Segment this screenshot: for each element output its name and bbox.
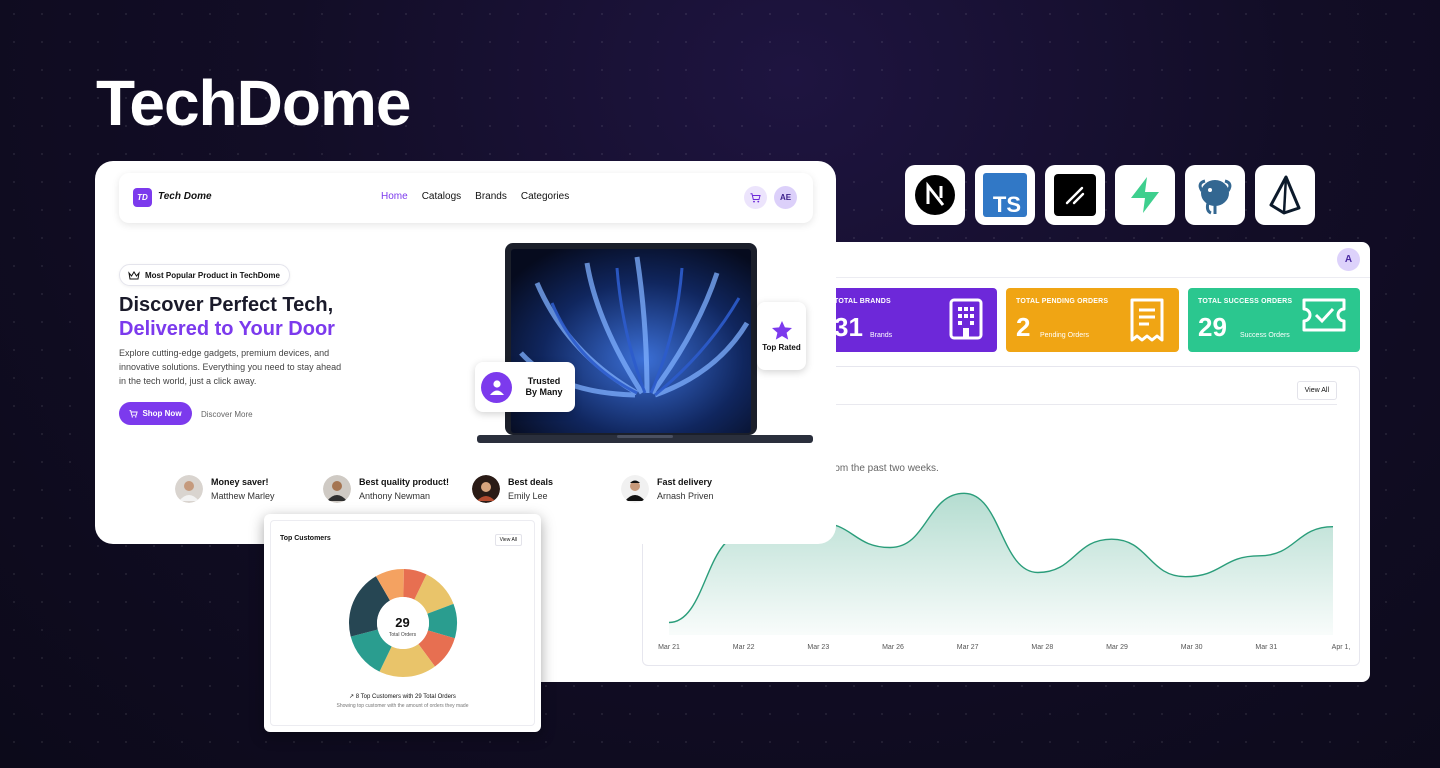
testimonial-title: Fast delivery <box>657 477 713 487</box>
cart-icon <box>129 409 139 418</box>
top-customers-inner: Top Customers View All 29 Total Orders ↗… <box>270 520 535 726</box>
avatar <box>621 475 649 503</box>
testimonial-name: Anthony Newman <box>359 491 431 501</box>
stat-card-brands[interactable]: TOTAL BRANDS 31 Brands <box>824 288 997 352</box>
user-circle-icon <box>481 371 512 403</box>
cart-button[interactable] <box>744 186 767 209</box>
hero-headline-accent: Delivered to Your Door <box>119 318 335 340</box>
cart-icon <box>750 192 761 202</box>
testimonial-name: Arnash Priven <box>657 491 714 501</box>
stat-card-success-orders[interactable]: TOTAL SUCCESS ORDERS 29 Success Orders <box>1188 288 1360 352</box>
x-tick-label: Mar 27 <box>957 644 979 651</box>
x-tick-label: Mar 23 <box>807 644 829 651</box>
building-icon <box>949 298 983 340</box>
donut-center-value: 29 <box>395 615 410 630</box>
stat-sub: Brands <box>870 332 893 339</box>
popular-product-pill: Most Popular Product in TechDome <box>119 264 290 286</box>
prisma-icon <box>1255 165 1315 225</box>
customers-summary-text: 8 Top Customers with 29 Total Orders <box>355 694 456 700</box>
shop-now-label: Shop Now <box>142 409 182 418</box>
nextjs-icon <box>905 165 965 225</box>
stat-value: 2 <box>1016 312 1031 342</box>
hero-paragraph: Explore cutting-edge gadgets, premium de… <box>119 348 342 386</box>
hero-headline: Discover Perfect Tech, <box>119 294 334 316</box>
testimonial-item: Best quality product! Anthony Newman <box>323 475 449 503</box>
shop-now-button[interactable]: Shop Now <box>119 402 192 425</box>
tech-stack-badges: TS <box>905 165 1315 225</box>
svg-text:TS: TS <box>993 192 1021 217</box>
top-customers-card: Top Customers View All 29 Total Orders ↗… <box>264 514 541 732</box>
testimonial-title: Money saver! <box>211 477 269 487</box>
avatar[interactable]: A <box>1337 248 1360 271</box>
testimonial-item: Best deals Emily Lee <box>472 475 553 503</box>
typescript-icon: TS <box>975 165 1035 225</box>
testimonial-title: Best deals <box>508 477 554 487</box>
trend-up-icon: ↗ <box>349 694 356 700</box>
page-title: TechDome <box>96 67 411 139</box>
stat-value: 29 <box>1198 312 1227 342</box>
nav-link-catalogs[interactable]: Catalogs <box>422 191 461 202</box>
logo-mark[interactable]: TD <box>133 188 152 207</box>
storefront-preview: TD Tech Dome Home Catalogs Brands Catego… <box>95 161 836 544</box>
nav-links: Home Catalogs Brands Categories <box>381 191 569 202</box>
top-rated-badge: Top Rated <box>757 302 806 370</box>
receipt-icon <box>1130 298 1164 342</box>
pill-text: Most Popular Product in TechDome <box>145 270 280 280</box>
x-tick-label: Mar 31 <box>1255 644 1277 651</box>
ticket-check-icon <box>1302 298 1346 332</box>
testimonial-item: Money saver! Matthew Marley <box>175 475 275 503</box>
avatar <box>472 475 500 503</box>
testimonial-item: Fast delivery Arnash Priven <box>621 475 714 503</box>
shadcn-icon <box>1045 165 1105 225</box>
stat-card-pending-orders[interactable]: TOTAL PENDING ORDERS 2 Pending Orders <box>1006 288 1179 352</box>
testimonial-name: Matthew Marley <box>211 491 275 501</box>
x-tick-label: Mar 26 <box>882 644 904 651</box>
donut-center-label: Total Orders <box>388 632 417 638</box>
navbar: TD Tech Dome Home Catalogs Brands Catego… <box>119 173 813 223</box>
trusted-badge: Trusted By Many <box>475 362 575 412</box>
top-rated-text: Top Rated <box>762 343 801 352</box>
trusted-text: Trusted By Many <box>525 376 563 397</box>
customers-summary: ↗ 8 Top Customers with 29 Total Orders <box>271 693 534 700</box>
star-icon <box>771 321 792 340</box>
avatar <box>175 475 203 503</box>
stat-sub: Success Orders <box>1240 332 1290 339</box>
stat-sub: Pending Orders <box>1040 332 1090 339</box>
x-tick-label: Mar 29 <box>1106 644 1128 651</box>
supabase-icon <box>1115 165 1175 225</box>
nav-link-categories[interactable]: Categories <box>521 191 569 202</box>
user-avatar-button[interactable]: AE <box>774 186 797 209</box>
x-tick-label: Mar 30 <box>1181 644 1203 651</box>
avatar <box>323 475 351 503</box>
x-tick-label: Apr 1, <box>1332 644 1351 651</box>
postgresql-icon <box>1185 165 1245 225</box>
logo-text[interactable]: Tech Dome <box>158 191 212 202</box>
customers-caption: Showing top customer with the amount of … <box>336 703 469 709</box>
crown-icon <box>128 270 140 279</box>
stat-value: 31 <box>834 312 863 342</box>
x-tick-label: Mar 22 <box>733 644 755 651</box>
testimonial-title: Best quality product! <box>359 477 450 487</box>
x-tick-label: Mar 21 <box>658 644 680 651</box>
testimonial-name: Emily Lee <box>508 491 548 501</box>
nav-link-home[interactable]: Home <box>381 191 408 202</box>
x-tick-label: Mar 28 <box>1031 644 1053 651</box>
nav-link-brands[interactable]: Brands <box>475 191 507 202</box>
discover-more-link[interactable]: Discover More <box>201 410 253 419</box>
